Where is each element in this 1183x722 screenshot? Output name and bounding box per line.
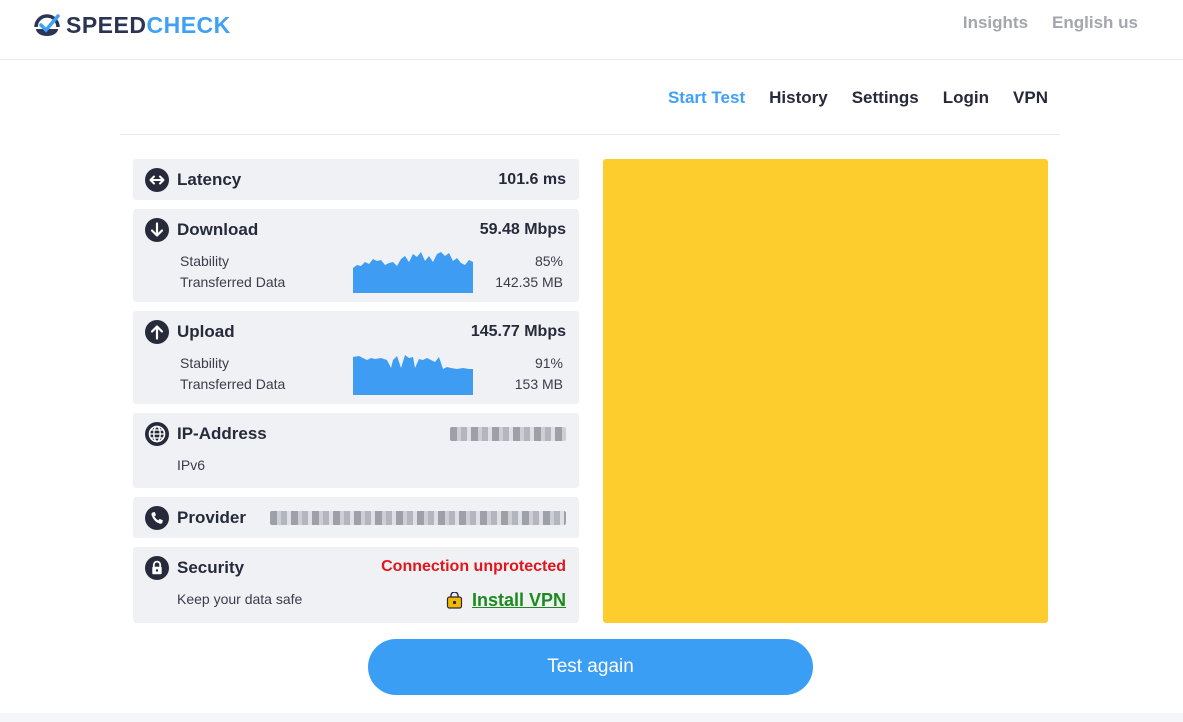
upload-value: 145.77 Mbps [470, 323, 566, 340]
ip-address-label: IP-Address [177, 424, 267, 443]
security-subtitle: Keep your data safe [177, 591, 303, 607]
download-card: Download 59.48 Mbps Stability Transferre… [133, 209, 579, 302]
upload-transferred-label: Transferred Data [180, 376, 286, 392]
install-vpn-link[interactable]: Install VPN [446, 590, 566, 611]
download-stability-value: 85% [534, 253, 563, 269]
upload-transferred-value: 153 MB [514, 376, 563, 392]
security-label: Security [177, 558, 245, 577]
upload-card: Upload 145.77 Mbps Stability Transferred… [133, 311, 579, 404]
install-vpn-label[interactable]: Install VPN [472, 590, 566, 611]
ip-version: IPv6 [177, 457, 206, 473]
connection-status: Connection unprotected [381, 558, 566, 575]
arrow-up-circle-icon [145, 320, 169, 344]
phone-icon [145, 506, 169, 530]
insights-link[interactable]: Insights [963, 13, 1028, 33]
arrow-down-circle-icon [145, 218, 169, 242]
ip-address-value-redacted [450, 427, 566, 441]
upload-stability-graph [353, 355, 473, 395]
tab-vpn[interactable]: VPN [1013, 88, 1048, 108]
main-nav: Start Test History Settings Login VPN [120, 61, 1060, 135]
ad-placeholder [603, 159, 1048, 623]
latency-card: Latency 101.6 ms [133, 159, 579, 200]
arrows-horizontal-icon [145, 168, 169, 192]
upload-stability-value: 91% [534, 355, 563, 371]
download-transferred-value: 142.35 MB [495, 274, 563, 290]
tab-login[interactable]: Login [943, 88, 989, 108]
language-selector[interactable]: English us [1052, 13, 1138, 33]
security-card: Security Connection unprotected Keep you… [133, 547, 579, 623]
speedometer-icon [34, 14, 60, 36]
test-again-button[interactable]: Test again [368, 639, 813, 695]
download-stability-graph [353, 252, 473, 293]
upload-label: Upload [177, 322, 235, 341]
download-label: Download [177, 220, 259, 239]
download-stability-label: Stability [180, 253, 230, 269]
footer-strip [0, 713, 1183, 722]
download-transferred-label: Transferred Data [180, 274, 286, 290]
ip-address-card: IP-Address IPv6 [133, 413, 579, 488]
top-bar: SPEEDCHECK Insights English us [0, 0, 1183, 60]
vpn-key-icon [446, 591, 463, 609]
tab-settings[interactable]: Settings [852, 88, 919, 108]
lock-icon [145, 556, 169, 580]
download-value: 59.48 Mbps [479, 221, 566, 238]
latency-label: Latency [177, 170, 242, 189]
tab-start-test[interactable]: Start Test [668, 88, 745, 108]
provider-label: Provider [177, 508, 246, 527]
speedcheck-logo[interactable]: SPEEDCHECK [32, 10, 231, 40]
globe-icon [145, 422, 169, 446]
tab-history[interactable]: History [769, 88, 828, 108]
latency-value: 101.6 ms [498, 171, 566, 188]
logo-text: SPEEDCHECK [66, 11, 231, 38]
provider-card: Provider [133, 497, 579, 538]
upload-stability-label: Stability [180, 355, 230, 371]
provider-value-redacted [270, 511, 566, 525]
